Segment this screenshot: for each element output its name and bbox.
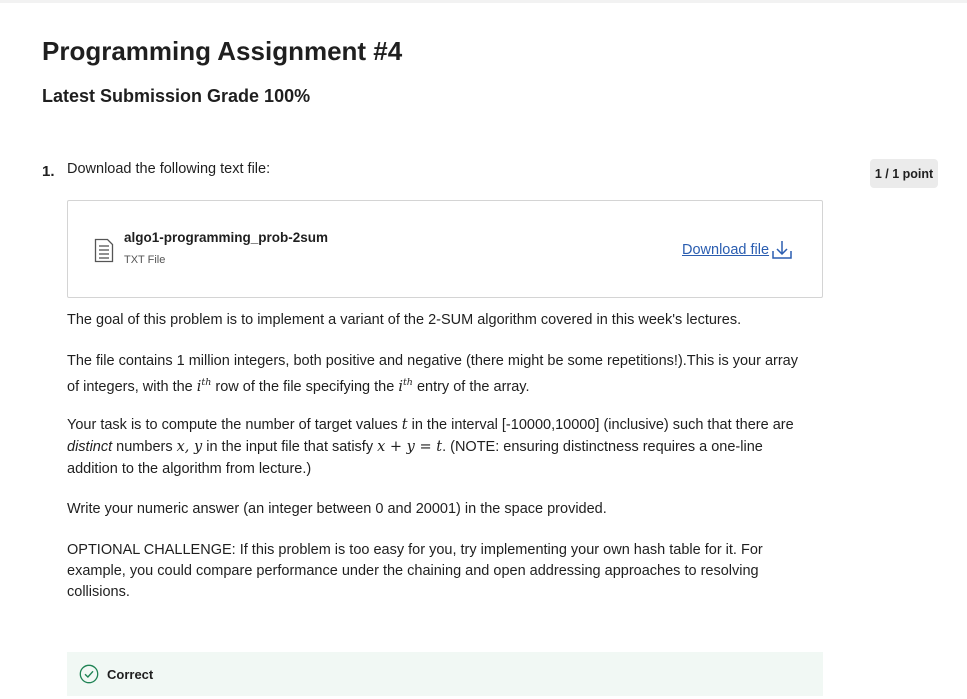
math-superscript: th (402, 377, 413, 388)
download-icon[interactable] (771, 239, 793, 261)
paragraph-answer-instructions: Write your numeric answer (an integer be… (67, 501, 607, 517)
math-superscript: th (201, 377, 212, 388)
paragraph-file-description: The file contains 1 million integers, bo… (67, 353, 798, 395)
points-badge: 1 / 1 point (870, 159, 938, 188)
submission-grade: Latest Submission Grade 100% (42, 86, 311, 106)
download-file-label[interactable]: Download file (682, 242, 769, 258)
emphasis-distinct: distinct (67, 439, 113, 455)
download-file-link[interactable]: Download file (682, 239, 793, 261)
paragraph-optional-challenge: OPTIONAL CHALLENGE: If this problem is t… (67, 542, 763, 600)
file-type: TXT File (124, 254, 166, 266)
feedback-correct-banner: Correct (67, 652, 823, 696)
math-xy: x, y (176, 439, 203, 455)
check-circle-icon (79, 664, 99, 684)
question-prompt: Download the following text file: (67, 161, 271, 177)
question-number: 1. (42, 163, 55, 180)
feedback-label: Correct (107, 667, 154, 682)
document-icon (94, 238, 114, 263)
paragraph-goal: The goal of this problem is to implement… (67, 312, 742, 328)
page-title: Programming Assignment #4 (42, 36, 403, 66)
file-attachment-card: algo1-programming_prob-2sum TXT File Dow… (67, 200, 823, 298)
paragraph-task: Your task is to compute the number of ta… (67, 417, 794, 477)
math-equation: x + y = t (377, 439, 443, 455)
top-divider (0, 0, 967, 3)
file-name: algo1-programming_prob-2sum (124, 230, 329, 245)
